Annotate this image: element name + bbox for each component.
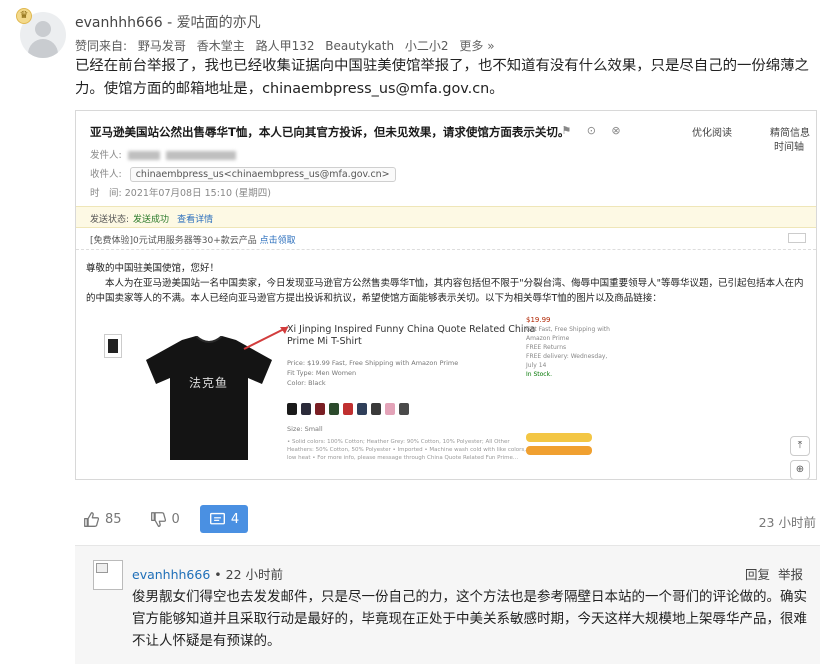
liked-by-label: 赞同来自: bbox=[75, 39, 128, 53]
reply-body: 俊男靓女们得空也去发发邮件，只是尽一份自己的力，这个方法也是参考隔壁日本站的一个… bbox=[132, 589, 807, 649]
letter-body: 本人为在亚马逊美国站一名中国卖家，今日发现亚马逊官方公然售卖辱华T恤，其内容包括… bbox=[86, 278, 804, 304]
send-status-bar: 发送状态: 发送成功 查看详情 bbox=[76, 206, 816, 228]
tshirt-image bbox=[146, 336, 272, 460]
commenter-avatar[interactable]: ♛ bbox=[16, 8, 66, 58]
reply-button[interactable]: 回复 bbox=[745, 567, 770, 582]
reply-header: evanhhh666 • 22 小时前 bbox=[132, 564, 283, 583]
promo-close-icon bbox=[788, 233, 806, 243]
email-toolbar-icons: ☆ ⚑ ⊙ ⊗ bbox=[536, 124, 627, 137]
product-title: Xi Jinping Inspired Funny China Quote Re… bbox=[287, 324, 536, 347]
product-info: Price: $19.99 Fast, Free Shipping with A… bbox=[287, 359, 459, 387]
size-line: Size: Small bbox=[287, 425, 323, 433]
thumbs-up-icon bbox=[84, 511, 100, 527]
liked-user[interactable]: 野马发哥 bbox=[138, 39, 186, 53]
email-subject: 亚马逊美国站公然出售辱华T恤，本人已向其官方投诉，但未见效果，请求使馆方面表示关… bbox=[90, 125, 570, 139]
comment-body: 已经在前台举报了，我也已经收集证据向中国驻美使馆举报了，也不知道有没有什么效果，… bbox=[75, 58, 809, 97]
thumbs-down-icon bbox=[150, 511, 166, 527]
liked-user[interactable]: Beautykath bbox=[325, 39, 394, 53]
like-button[interactable]: 85 bbox=[75, 505, 130, 533]
letter-greeting: 尊敬的中国驻美国使馆，您好！ bbox=[86, 263, 220, 274]
timeline-label: 时间轴 bbox=[774, 142, 804, 153]
liked-user[interactable]: 香木堂主 bbox=[197, 39, 245, 53]
email-to-row: 收件人: chinaembpress_us<chinaembpress_us@mf… bbox=[90, 166, 396, 182]
add-to-cart-button bbox=[526, 433, 592, 442]
liked-user[interactable]: 小二小2 bbox=[405, 39, 449, 53]
buy-now-button bbox=[526, 446, 592, 455]
email-time-row: 时 间: 2021年07月08日 15:10 (星期四) bbox=[90, 188, 271, 199]
back-to-top-icon: ⤒ bbox=[790, 436, 810, 456]
product-thumbnail bbox=[104, 334, 122, 358]
comment-icon bbox=[209, 512, 225, 524]
comment-time: 23 小时前 bbox=[758, 515, 816, 530]
simplify-info-label: 精简信息 bbox=[770, 128, 810, 139]
reply-item: evanhhh666 • 22 小时前 回复 举报 俊男靓女们得空也去发发邮件，… bbox=[75, 545, 820, 664]
email-from-row: 发件人: bbox=[90, 147, 236, 161]
optimize-read-label: 优化阅读 bbox=[692, 128, 732, 139]
reply-count: 4 bbox=[230, 511, 240, 527]
liked-by-line: 赞同来自: 野马发哥 香木堂主 路人甲132 Beautykath 小二小2 更… bbox=[75, 37, 502, 54]
zoom-icon: ⊕ bbox=[790, 460, 810, 479]
liked-user[interactable]: 路人甲132 bbox=[256, 39, 315, 53]
level-badge-icon: ♛ bbox=[16, 8, 32, 24]
red-arrow-icon bbox=[243, 326, 289, 350]
reply-count-button[interactable]: 4 bbox=[199, 505, 249, 533]
commenter-username[interactable]: evanhhh666 bbox=[75, 15, 163, 31]
email-screenshot[interactable]: 亚马逊美国站公然出售辱华T恤，本人已向其官方投诉，但未见效果，请求使馆方面表示关… bbox=[75, 110, 817, 480]
report-button[interactable]: 举报 bbox=[778, 567, 803, 582]
amazon-product-capture: 法克鱼 Xi Jinping Inspired Funny China Quot… bbox=[104, 316, 744, 479]
screenshot-side-tools: ⤒ ⊕ bbox=[790, 436, 810, 479]
color-swatches bbox=[287, 403, 409, 415]
product-bullets: • Solid colors: 100% Cotton; Heather Gre… bbox=[287, 439, 537, 461]
reply-time: • 22 小时前 bbox=[210, 567, 283, 582]
promo-bar: [免费体验]0元试用服务器等30+款云产品 点击领取 bbox=[76, 228, 816, 250]
comment-action-bar: 85 0 4 bbox=[75, 505, 249, 533]
like-count: 85 bbox=[105, 511, 122, 527]
commenter-name-line: evanhhh666 - 爱咕面的亦凡 bbox=[75, 15, 261, 31]
liked-more-link[interactable]: 更多 » bbox=[459, 39, 494, 53]
reply-avatar[interactable] bbox=[93, 560, 123, 590]
reply-username[interactable]: evanhhh666 bbox=[132, 567, 210, 582]
buy-box: $19.99 Get Fast, Free Shipping with Amaz… bbox=[526, 316, 616, 479]
reply-ops: 回复 举报 bbox=[741, 564, 803, 583]
dislike-button[interactable]: 0 bbox=[142, 505, 188, 533]
commenter-motto: 爱咕面的亦凡 bbox=[176, 15, 261, 31]
shirt-print-text: 法克鱼 bbox=[189, 376, 229, 390]
email-letter: 尊敬的中国驻美国使馆，您好！ 本人为在亚马逊美国站一名中国卖家，今日发现亚马逊官… bbox=[86, 261, 808, 306]
dislike-count: 0 bbox=[171, 511, 180, 527]
